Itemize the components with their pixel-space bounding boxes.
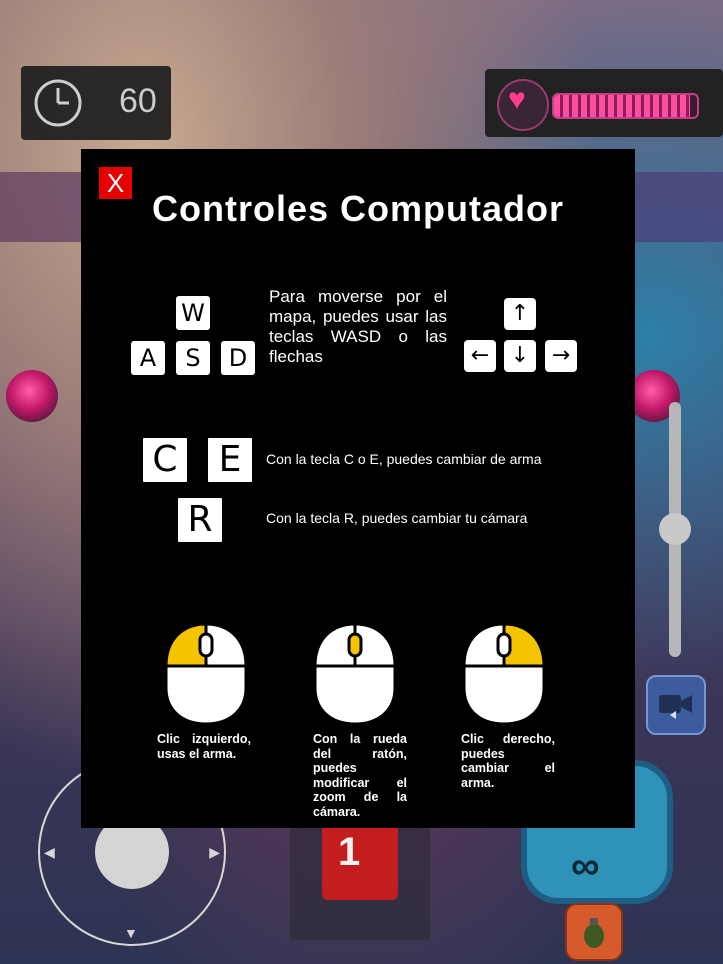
heart-icon: ♥ (497, 79, 549, 131)
joystick-right-arrow: ▶ (209, 844, 220, 860)
movement-description: Para moverse por el mapa, puedes usar la… (269, 287, 447, 366)
joystick-left-arrow: ◀ (44, 844, 55, 860)
key-a: A (131, 341, 165, 375)
mouse-wheel-icon (313, 622, 397, 726)
mouse-right-description: Clic derecho, puedes cambiar el arma. (461, 732, 555, 790)
health-bar (552, 93, 699, 119)
ammo-infinite: ∞ (571, 844, 600, 888)
arrow-right-key: → (545, 340, 577, 372)
health-bar-fill (554, 95, 690, 117)
weapon-switch-description: Con la tecla C o E, puedes cambiar de ar… (266, 451, 542, 467)
key-r: R (178, 498, 222, 542)
controls-modal: X Controles Computador W A S D Para move… (81, 149, 635, 828)
zoom-slider-thumb[interactable] (659, 513, 691, 545)
mouse-wheel-description: Con la rueda del ratón, puedes modificar… (313, 732, 407, 819)
arena-orb-left (6, 370, 58, 422)
mouse-left-click-icon (164, 622, 248, 726)
health-panel: ♥ (485, 69, 723, 137)
camera-switch-description: Con la tecla R, puedes cambiar tu cámara (266, 510, 528, 526)
timer-panel: 60 (21, 66, 171, 140)
arrow-left-key: ← (464, 340, 496, 372)
clock-icon (34, 79, 82, 127)
key-c: C (143, 438, 187, 482)
joystick-down-arrow: ▼ (124, 925, 138, 941)
mouse-right-click-icon (462, 622, 546, 726)
arrow-down-key: ↓ (504, 340, 536, 372)
weapon-number: 1 (338, 830, 361, 874)
timer-value: 60 (119, 82, 157, 120)
key-e: E (208, 438, 252, 482)
camera-switch-button[interactable] (646, 675, 706, 735)
arrow-up-key: ↑ (504, 298, 536, 330)
key-s: S (176, 341, 210, 375)
mouse-left-description: Clic izquierdo, usas el arma. (157, 732, 251, 761)
key-d: D (221, 341, 255, 375)
camera-icon (659, 695, 692, 719)
key-w: W (176, 296, 210, 330)
grenade-icon (584, 918, 604, 948)
grenade-button[interactable] (565, 903, 623, 961)
modal-title: Controles Computador (152, 188, 564, 229)
